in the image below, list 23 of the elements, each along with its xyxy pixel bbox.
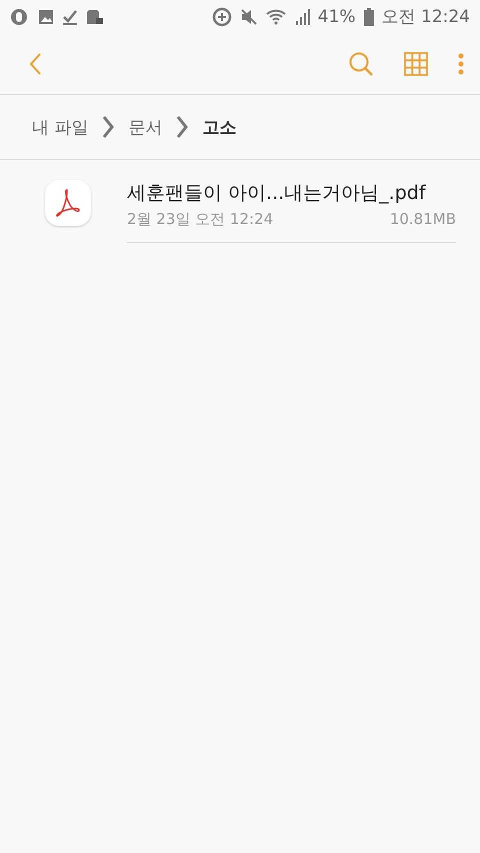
breadcrumb[interactable]: 내 파일 [32,116,88,138]
battery-percent: 41% [318,6,356,26]
battery-icon [364,8,374,26]
file-size: 10.81MB [390,210,456,229]
breadcrumb[interactable]: 문서 [128,116,162,138]
pdf-file-icon [45,180,91,226]
data-saver-icon [212,6,232,26]
chevron-right-icon [102,115,114,139]
signal-icon [296,8,310,24]
more-options-button[interactable] [458,52,464,74]
search-button[interactable] [348,50,374,76]
image-icon [38,8,54,24]
mute-icon [240,8,258,26]
grid-view-button[interactable] [404,52,428,76]
file-date: 2월 23일 오전 12:24 [127,210,274,229]
file-name[interactable]: 세훈팬들이 아이...내는거아님_.pdf [127,180,456,206]
chevron-right-icon [176,115,188,139]
breadcrumb[interactable]: 고소 [202,116,236,138]
app-icon [10,8,30,26]
clock: 오전 12:24 [382,6,470,28]
sd-card-icon [86,8,104,24]
check-icon [62,8,78,24]
wifi-icon [266,8,288,24]
